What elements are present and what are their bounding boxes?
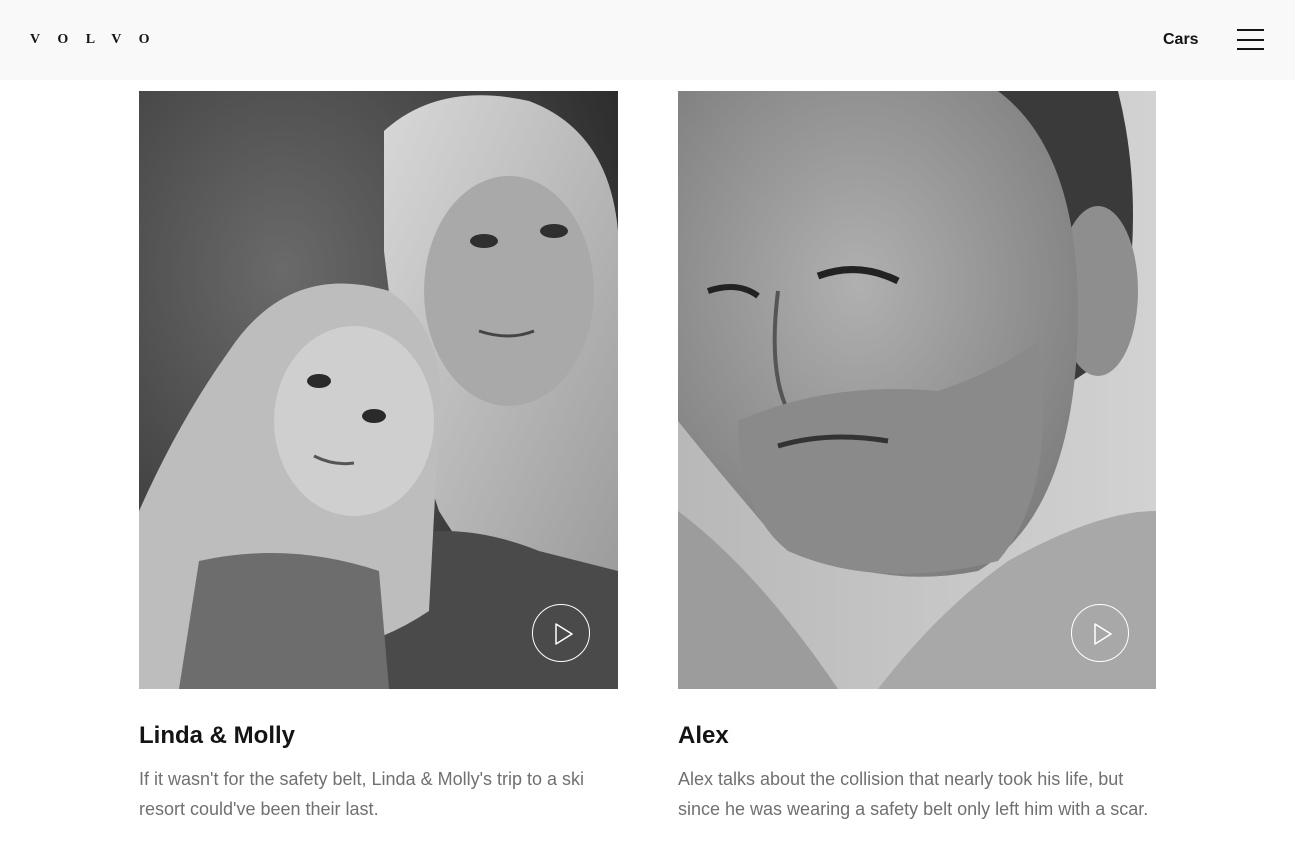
story-card-linda-molly[interactable]: Linda & Molly If it wasn't for the safet… (139, 91, 618, 824)
card-description: If it wasn't for the safety belt, Linda … (139, 769, 585, 819)
portrait-photo (139, 91, 618, 689)
play-video-button[interactable] (532, 604, 590, 662)
play-icon (1094, 623, 1112, 645)
card-title[interactable]: Linda & Molly (139, 722, 618, 750)
play-video-button[interactable] (1071, 604, 1129, 662)
card-description: Alex talks about the collision that near… (678, 769, 1149, 819)
story-photo-alex[interactable] (678, 91, 1156, 689)
play-icon (555, 623, 573, 645)
portrait-photo (678, 91, 1156, 689)
volvo-logo[interactable]: VOLVO (30, 31, 167, 49)
story-card-alex[interactable]: Alex Alex talks about the collision that… (678, 91, 1156, 824)
site-header: VOLVO Cars (0, 0, 1295, 80)
story-photo-linda-molly[interactable] (139, 91, 618, 689)
nav-cars-link[interactable]: Cars (1163, 30, 1199, 50)
hamburger-menu-icon[interactable] (1237, 29, 1264, 50)
card-title[interactable]: Alex (678, 722, 1156, 750)
